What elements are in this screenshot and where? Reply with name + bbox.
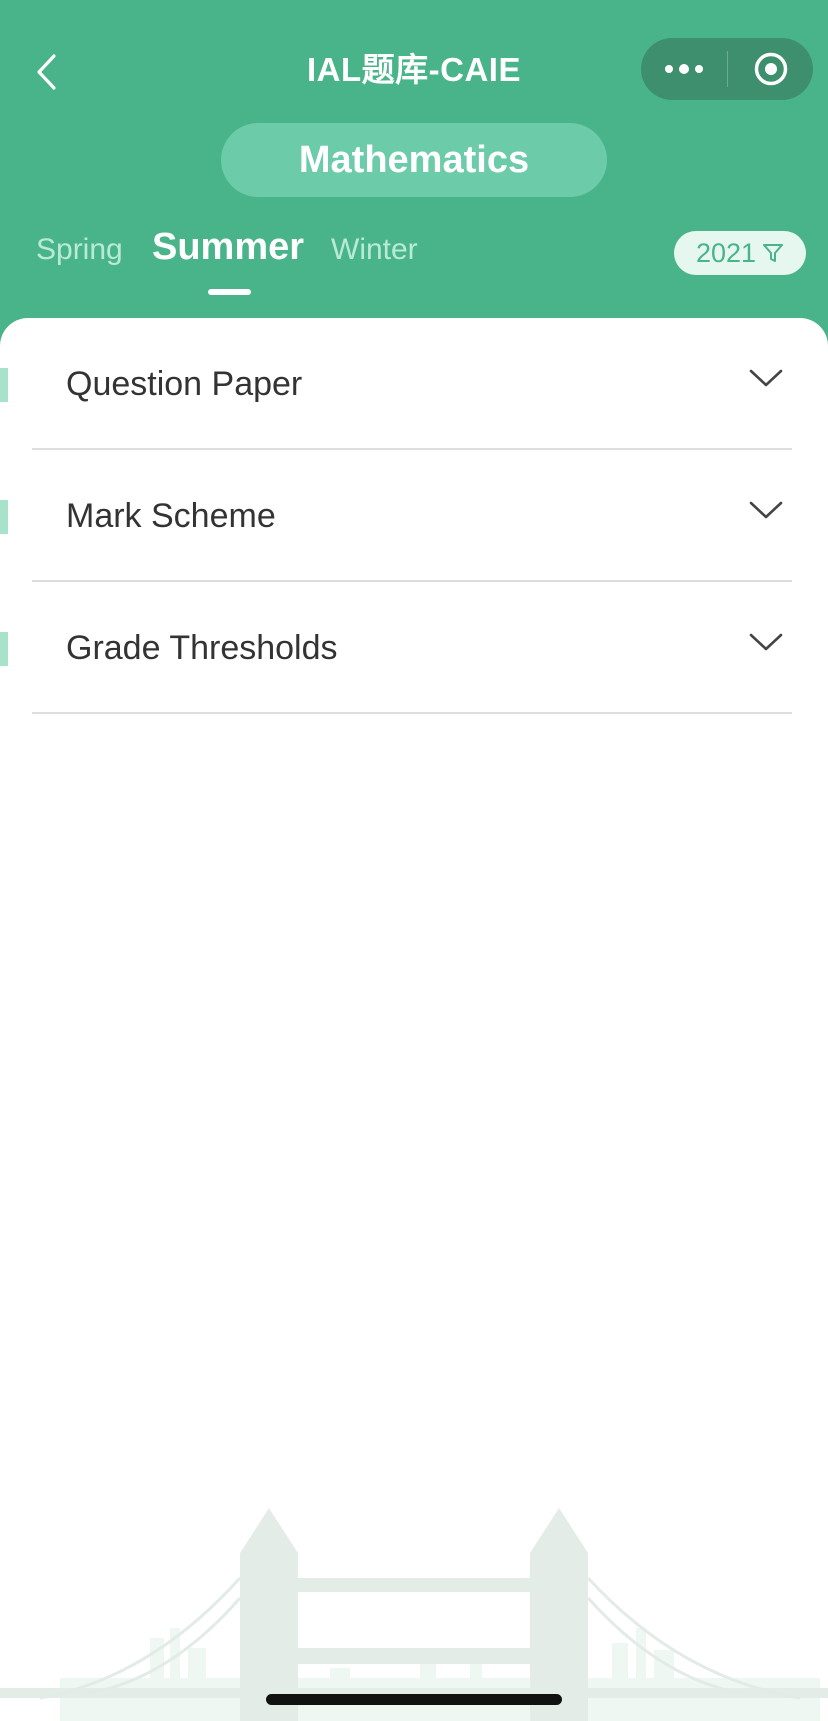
tab-spring[interactable]: Spring	[36, 230, 123, 270]
more-dots-icon	[665, 64, 703, 74]
chevron-left-icon	[37, 54, 56, 90]
section-question-paper[interactable]: Question Paper	[0, 318, 828, 450]
tab-summer[interactable]: Summer	[152, 223, 304, 271]
tower-bridge-watermark	[0, 1508, 828, 1721]
page-title: IAL题库-CAIE	[307, 51, 521, 88]
content-card: Question Paper Mark Scheme Grade Thresho…	[0, 318, 828, 1721]
row-marker	[0, 500, 8, 534]
close-button[interactable]	[728, 38, 813, 100]
home-indicator	[266, 1694, 562, 1705]
header: IAL题库-CAIE Mathematics Spring Summer Win…	[0, 0, 828, 330]
active-tab-indicator	[208, 289, 251, 295]
section-mark-scheme[interactable]: Mark Scheme	[0, 450, 828, 582]
year-filter-button[interactable]: 2021	[674, 231, 806, 275]
back-button[interactable]	[24, 44, 68, 100]
chevron-down-icon	[749, 369, 783, 387]
more-button[interactable]	[641, 38, 727, 100]
section-grade-thresholds[interactable]: Grade Thresholds	[0, 582, 828, 714]
chevron-down-icon	[749, 633, 783, 651]
target-close-icon	[754, 52, 787, 86]
section-label: Question Paper	[66, 365, 303, 403]
row-marker	[0, 368, 8, 402]
filter-icon	[763, 244, 784, 262]
year-filter-value: 2021	[695, 238, 757, 268]
divider	[32, 712, 792, 714]
row-marker	[0, 632, 8, 666]
section-label: Mark Scheme	[66, 497, 276, 535]
tab-winter[interactable]: Winter	[331, 230, 418, 270]
chevron-down-icon	[749, 501, 783, 519]
mini-program-capsule	[641, 38, 813, 100]
subject-selector[interactable]: Mathematics	[221, 123, 607, 197]
section-label: Grade Thresholds	[66, 629, 338, 667]
